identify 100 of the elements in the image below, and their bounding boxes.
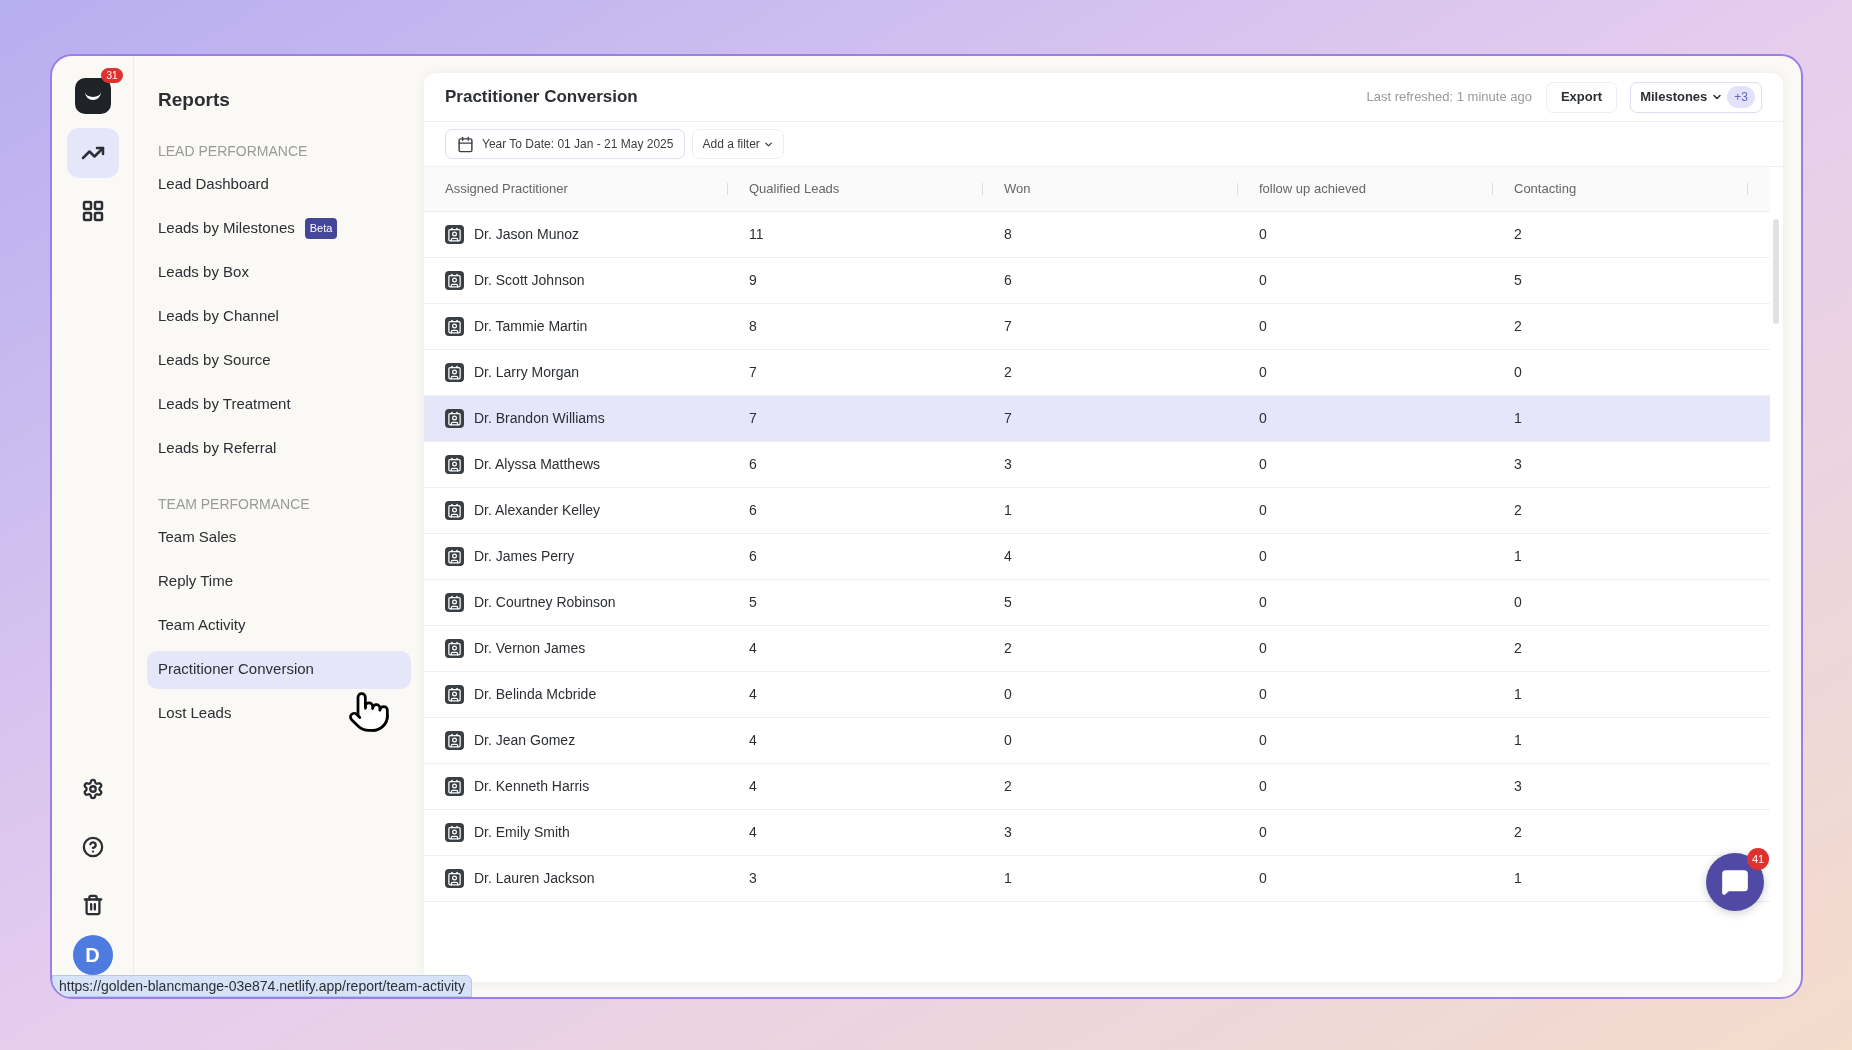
column-header[interactable]: Qualified Leads: [749, 179, 840, 199]
table-cell-text: 0: [1259, 777, 1267, 796]
table-cell-text: 6: [749, 455, 757, 474]
notification-badge: 31: [101, 68, 123, 83]
table-cell-text: Dr. Jean Gomez: [474, 731, 576, 750]
milestones-dropdown[interactable]: Milestones +3: [1630, 81, 1762, 113]
status-url: https://golden-blancmange-03e874.netlify.app/report/team-activity: [52, 975, 472, 997]
sidebar-item-label: Leads by Box: [158, 262, 249, 283]
practitioner-icon: [445, 823, 464, 842]
user-avatar[interactable]: D: [72, 935, 113, 975]
sidebar-item[interactable]: Practitioner Conversion: [147, 650, 411, 689]
sidebar-item-label: Leads by Milestones: [158, 218, 295, 239]
table-cell-text: 7: [749, 363, 757, 382]
table-cell-text: 4: [749, 777, 757, 796]
export-button[interactable]: Export: [1545, 81, 1618, 113]
table-row[interactable]: Dr. Vernon James 4 2 0 2: [424, 626, 1770, 672]
table-cell-text: 0: [1514, 363, 1522, 382]
table-cell-text: 0: [1259, 455, 1267, 474]
table-cell-text: 0: [1004, 685, 1012, 704]
table-row[interactable]: Dr. Jean Gomez 4 0 0 1: [424, 718, 1770, 764]
table-cell-text: 0: [1259, 547, 1267, 566]
column-header[interactable]: follow up achieved: [1259, 179, 1366, 199]
table-cell-text: 2: [1004, 363, 1012, 382]
scrollbar[interactable]: [1773, 219, 1779, 324]
table-row[interactable]: Dr. James Perry 6 4 0 1: [424, 534, 1770, 580]
table-cell-text: Dr. Lauren Jackson: [474, 869, 595, 888]
table-cell-text: 6: [749, 547, 757, 566]
last-refreshed-text: Last refreshed: 1 minute ago: [1366, 88, 1532, 107]
table-cell-text: 0: [1259, 823, 1267, 842]
column-header[interactable]: Assigned Practitioner: [445, 179, 568, 199]
table-cell-text: 2: [1514, 639, 1522, 658]
table-row[interactable]: Dr. Brandon Williams 7 7 0 1: [424, 396, 1770, 442]
sidebar-item[interactable]: Team Activity: [147, 606, 411, 645]
table-cell-text: 9: [749, 271, 757, 290]
rail-button[interactable]: [66, 128, 119, 178]
practitioner-icon: [445, 409, 464, 428]
table-cell-text: Dr. Kenneth Harris: [474, 777, 590, 796]
practitioner-icon: [445, 501, 464, 520]
date-range-label: Year To Date: 01 Jan - 21 May 2025: [482, 136, 674, 153]
table-cell-text: 1: [1514, 547, 1522, 566]
table-cell-text: 0: [1259, 869, 1267, 888]
table-cell-text: Dr. Brandon Williams: [474, 409, 605, 428]
table-row[interactable]: Dr. Alyssa Matthews 6 3 0 3: [424, 442, 1770, 488]
sidebar-item[interactable]: Team Sales: [147, 518, 411, 557]
table-cell-text: 3: [1004, 823, 1012, 842]
sidebar-item[interactable]: Lead Dashboard: [147, 165, 411, 204]
chat-button[interactable]: [1706, 853, 1764, 911]
sidebar-item[interactable]: Lost Leads: [147, 694, 411, 733]
table-cell-text: 2: [1514, 225, 1522, 244]
table-cell-text: 1: [1514, 869, 1522, 888]
table-cell-text: 0: [1259, 731, 1267, 750]
sidebar-item-label: Leads by Treatment: [158, 394, 291, 415]
column-header[interactable]: Won: [1004, 179, 1031, 199]
practitioner-icon: [445, 777, 464, 796]
section-heading: LEAD PERFORMANCE: [157, 141, 309, 161]
table-row[interactable]: Dr. Jason Munoz 11 8 0 2: [424, 212, 1770, 258]
chat-badge: 41: [1747, 848, 1769, 870]
table-row[interactable]: Dr. Scott Johnson 9 6 0 5: [424, 258, 1770, 304]
table-cell-text: 5: [1004, 593, 1012, 612]
practitioner-icon: [445, 363, 464, 382]
column-header[interactable]: Contacting: [1514, 179, 1577, 199]
table-row[interactable]: Dr. Emily Smith 4 3 0 2: [424, 810, 1770, 856]
sidebar-item[interactable]: Leads by Milestones Beta: [147, 209, 411, 248]
page-title: Practitioner Conversion: [445, 86, 638, 109]
table-row[interactable]: Dr. Kenneth Harris 4 2 0 3: [424, 764, 1770, 810]
sidebar-item[interactable]: Leads by Source: [147, 341, 411, 380]
milestones-label: Milestones: [1640, 88, 1708, 107]
table-cell-text: 6: [1004, 271, 1012, 290]
table-cell-text: 0: [1514, 593, 1522, 612]
table-cell-text: 1: [1004, 501, 1012, 520]
add-filter-label: Add a filter: [702, 136, 760, 153]
table-cell-text: 2: [1514, 317, 1522, 336]
table-cell-text: 5: [749, 593, 757, 612]
table-cell-text: 0: [1259, 685, 1267, 704]
sidebar-item[interactable]: Reply Time: [147, 562, 411, 601]
table-cell-text: 1: [1514, 685, 1522, 704]
date-range-button[interactable]: Year To Date: 01 Jan - 21 May 2025: [445, 129, 686, 159]
sidebar-item[interactable]: Leads by Treatment: [147, 385, 411, 424]
table-row[interactable]: Dr. Alexander Kelley 6 1 0 2: [424, 488, 1770, 534]
practitioner-icon: [445, 685, 464, 704]
table-row[interactable]: Dr. Courtney Robinson 5 5 0 0: [424, 580, 1770, 626]
practitioner-icon: [445, 225, 464, 244]
table-row[interactable]: Dr. Belinda Mcbride 4 0 0 1: [424, 672, 1770, 718]
add-filter-button[interactable]: Add a filter: [692, 129, 784, 159]
sidebar-item[interactable]: Leads by Box: [147, 253, 411, 292]
table-cell-text: 2: [1514, 823, 1522, 842]
sidebar-item-label: Lead Dashboard: [158, 174, 269, 195]
app-logo[interactable]: [74, 78, 111, 114]
count-badge: +3: [1727, 86, 1755, 108]
section-heading: TEAM PERFORMANCE: [157, 494, 311, 514]
table-row[interactable]: Dr. Tammie Martin 8 7 0 2: [424, 304, 1770, 350]
help-icon[interactable]: [80, 835, 105, 859]
table-cell-text: Dr. Jason Munoz: [474, 225, 580, 244]
table-cell-text: Dr. Larry Morgan: [474, 363, 580, 382]
table-cell-text: Dr. Courtney Robinson: [474, 593, 616, 612]
sidebar-item[interactable]: Leads by Channel: [147, 297, 411, 336]
table-cell-text: 2: [1004, 639, 1012, 658]
sidebar-item[interactable]: Leads by Referral: [147, 429, 411, 468]
table-cell-text: Dr. Alexander Kelley: [474, 501, 601, 520]
table-cell-text: Dr. Alyssa Matthews: [474, 455, 601, 474]
